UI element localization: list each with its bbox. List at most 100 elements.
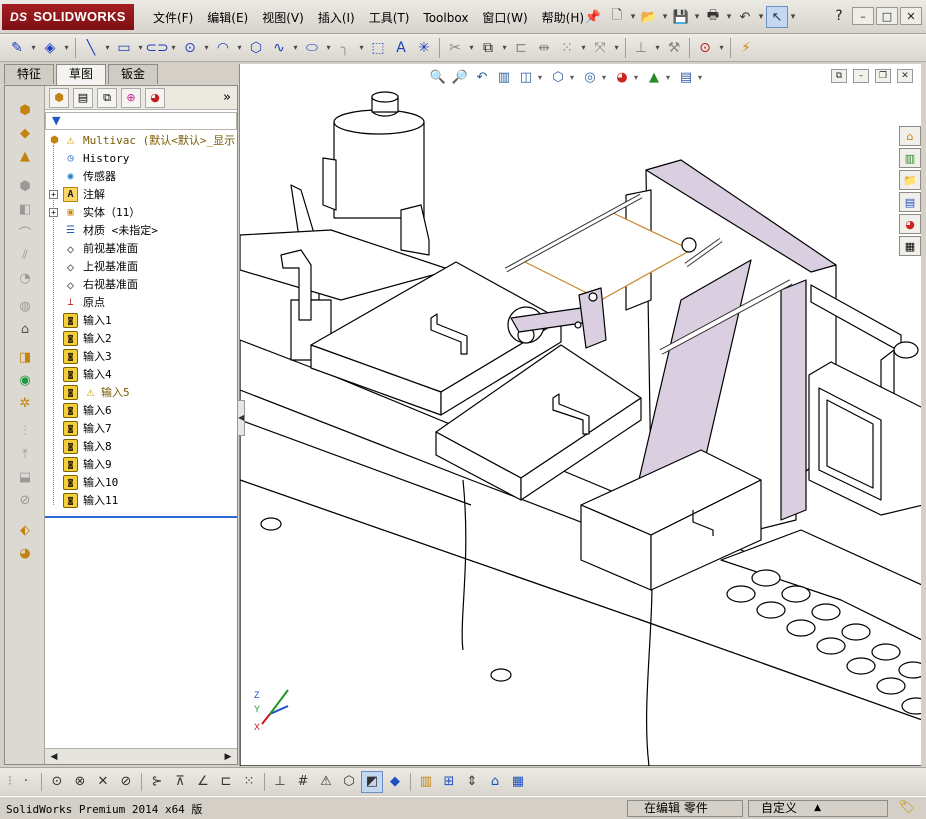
snap-icon[interactable]: ⁙ xyxy=(238,771,260,793)
swept-cut-icon[interactable]: ⌒ xyxy=(9,222,41,242)
tree-item[interactable]: ◇ 右视基准面 xyxy=(45,276,237,294)
panel-split-bar[interactable] xyxy=(45,516,237,518)
tree-item[interactable]: ◇ 上视基准面 xyxy=(45,258,237,276)
move-face-icon[interactable]: ⬓ xyxy=(9,467,41,487)
tree-item[interactable]: ◙ 输入7 xyxy=(45,420,237,438)
slot-icon[interactable]: ⊂⊃ xyxy=(145,37,168,59)
property-manager-icon[interactable]: ▤ xyxy=(73,87,93,108)
tree-item[interactable]: ◉ 传感器 xyxy=(45,168,237,186)
ellipse-icon[interactable]: ⬭ xyxy=(301,37,323,59)
tree-item[interactable]: + A 注解 xyxy=(45,186,237,204)
polygon-icon[interactable]: ⬡ xyxy=(245,37,267,59)
menu-window[interactable]: 窗口(W) xyxy=(475,9,534,27)
help-icon[interactable]: ? xyxy=(828,7,850,25)
tree-item[interactable]: ⊥ 原点 xyxy=(45,294,237,312)
slot-dropdown-icon[interactable]: ▾ xyxy=(169,37,178,59)
section-view-icon[interactable]: ▥ xyxy=(494,67,514,87)
tree-item[interactable]: ☰ 材质 <未指定> xyxy=(45,222,237,240)
previous-view-icon[interactable]: ↶ xyxy=(472,67,492,87)
spline-icon[interactable]: ∿ xyxy=(268,37,290,59)
camera-icon[interactable]: ⌂ xyxy=(484,771,506,793)
plane-sketch-icon[interactable]: ⬚ xyxy=(367,37,389,59)
move-triad-icon[interactable]: ⇕ xyxy=(461,771,483,793)
scroll-left-icon[interactable]: ◀ xyxy=(47,750,61,764)
new-document-icon[interactable]: 🗋 xyxy=(606,6,628,28)
units-dropdown-icon[interactable]: ▲ xyxy=(814,801,821,816)
tree-item[interactable]: ◙ 输入8 xyxy=(45,438,237,456)
settings-dropdown-icon[interactable]: ▾ xyxy=(698,73,706,82)
open-dropdown-icon[interactable]: ▾ xyxy=(662,12,668,22)
zoom-to-area-icon[interactable]: 🔎 xyxy=(450,67,470,87)
menu-insert[interactable]: 插入(I) xyxy=(311,9,362,27)
tree-item[interactable]: ◷ History xyxy=(45,150,237,168)
viewport-minimize-button[interactable]: – xyxy=(853,69,869,83)
model-view[interactable] xyxy=(240,64,921,766)
dynamic-annotation-icon[interactable]: ◫ xyxy=(516,67,536,87)
tab-sketch[interactable]: 草图 xyxy=(56,64,107,86)
tree-horizontal-scrollbar[interactable]: ◀ ▶ xyxy=(45,748,237,764)
display-dropdown-icon[interactable]: ▾ xyxy=(602,73,610,82)
pattern-dropdown-icon[interactable]: ▾ xyxy=(579,37,588,59)
view-palette-icon[interactable]: ▤ xyxy=(899,192,921,212)
toolbar-grip-icon[interactable]: ⁝ xyxy=(6,771,14,793)
tree-item[interactable]: ◙ ⚠ 输入5 xyxy=(45,384,237,402)
design-library-icon[interactable]: ▥ xyxy=(899,148,921,168)
trim-dropdown-icon[interactable]: ▾ xyxy=(467,37,476,59)
menu-edit[interactable]: 编辑(E) xyxy=(200,9,255,27)
warning-filter-icon[interactable]: ⚠ xyxy=(315,771,337,793)
repair-sketch-icon[interactable]: ⚒ xyxy=(663,37,685,59)
tree-item[interactable]: ◙ 输入4 xyxy=(45,366,237,384)
pin-icon[interactable]: 📌 xyxy=(582,6,604,28)
sketch-relations-icon[interactable]: ∠ xyxy=(192,771,214,793)
dimension-dropdown-icon[interactable]: ▾ xyxy=(62,37,71,59)
view-settings-icon[interactable]: ▤ xyxy=(676,67,696,87)
fillet-icon[interactable]: ╮ xyxy=(334,37,356,59)
zoom-to-fit-icon[interactable]: 🔍 xyxy=(428,67,448,87)
apply-scene-icon[interactable]: ▲ xyxy=(644,67,664,87)
revolved-boss-icon[interactable]: ◆ xyxy=(9,123,41,143)
point-icon[interactable]: ✳ xyxy=(413,37,435,59)
spline-dropdown-icon[interactable]: ▾ xyxy=(291,37,300,59)
rapid-sketch-icon[interactable]: ⚡ xyxy=(735,37,757,59)
graphics-area[interactable]: 🔍 🔎 ↶ ▥ ◫ ▾ ⬡ ▾ ◎ ▾ ◕ ▾ ▲ ▾ ▤ ▾ ⧉ – ❐ ✕ xyxy=(239,64,921,766)
linear-pattern-icon[interactable]: ⁙ xyxy=(556,37,578,59)
boundary-cut-icon[interactable]: ◔ xyxy=(9,268,41,288)
swept-boss-icon[interactable]: ▲ xyxy=(9,146,41,166)
menu-tools[interactable]: 工具(T) xyxy=(362,9,417,27)
circle-icon[interactable]: ⊙ xyxy=(179,37,201,59)
display-relations-icon[interactable]: ⊥ xyxy=(630,37,652,59)
display-manager-icon[interactable]: ◕ xyxy=(145,87,165,108)
tree-root-part[interactable]: ⬢ ⚠ Multivac (默认<默认>_显示 xyxy=(45,132,237,150)
rebuild-status-icon[interactable]: 🏷 xyxy=(896,800,918,817)
instant3d-icon[interactable]: ⤒ xyxy=(9,444,41,464)
relations-display-icon[interactable]: ⊼ xyxy=(169,771,191,793)
appearances-icon[interactable]: ◕ xyxy=(899,214,921,234)
draft-icon[interactable]: ⬖ xyxy=(9,520,41,540)
line-icon[interactable]: ╲ xyxy=(80,37,102,59)
measure-icon[interactable]: ⊥ xyxy=(269,771,291,793)
reference-geometry-icon[interactable]: ✲ xyxy=(9,393,41,413)
display-style-icon[interactable]: ◎ xyxy=(580,67,600,87)
tree-item[interactable]: ◙ 输入9 xyxy=(45,456,237,474)
tree-item[interactable]: ◙ 输入1 xyxy=(45,312,237,330)
extruded-cut-icon[interactable]: ⬢ xyxy=(9,176,41,196)
fillet-feature-icon[interactable]: ◍ xyxy=(9,296,41,316)
file-explorer-icon[interactable]: 📁 xyxy=(899,170,921,190)
tree-item[interactable]: ◙ 输入6 xyxy=(45,402,237,420)
viewport-tile-icon[interactable]: ⧉ xyxy=(831,69,847,83)
undo-dropdown-icon[interactable]: ▾ xyxy=(758,12,764,22)
units-selector[interactable]: 自定义 ▲ xyxy=(748,800,888,817)
home-icon[interactable]: ⌂ xyxy=(899,126,921,146)
undo-icon[interactable]: ↶ xyxy=(734,6,756,28)
cross-section-icon[interactable]: ⊞ xyxy=(438,771,460,793)
scroll-right-icon[interactable]: ▶ xyxy=(221,750,235,764)
table-icon[interactable]: ▦ xyxy=(507,771,529,793)
move-entities-icon[interactable]: ⤧ xyxy=(589,37,611,59)
tab-sheet-metal[interactable]: 钣金 xyxy=(108,64,159,84)
arc-dropdown-icon[interactable]: ▾ xyxy=(235,37,244,59)
planes-display-icon[interactable]: ✕ xyxy=(92,771,114,793)
save-dropdown-icon[interactable]: ▾ xyxy=(694,12,700,22)
perspective-icon[interactable]: ◆ xyxy=(384,771,406,793)
sketch-display-icon[interactable]: ⊘ xyxy=(115,771,137,793)
close-button[interactable]: ✕ xyxy=(900,7,922,25)
